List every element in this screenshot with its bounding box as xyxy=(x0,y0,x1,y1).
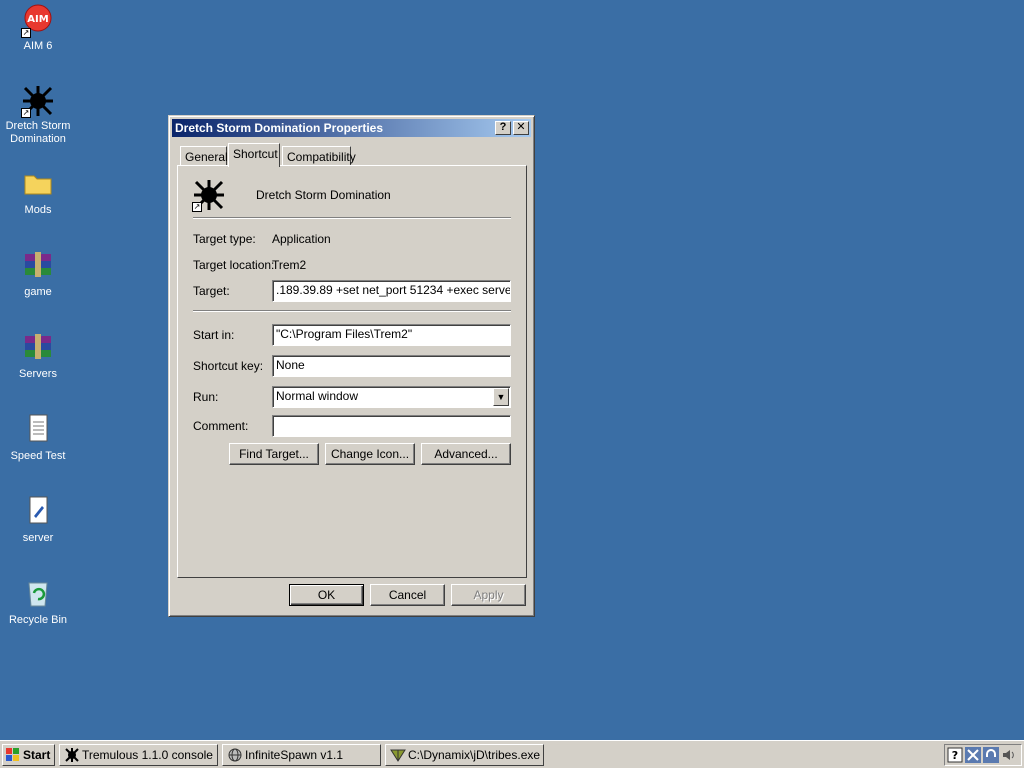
help-button[interactable]: ? xyxy=(495,121,511,135)
help-icon[interactable]: ? xyxy=(947,747,963,763)
svg-text:AIM: AIM xyxy=(27,14,48,25)
taskbar-item-label: Tremulous 1.1.0 console xyxy=(82,748,213,762)
volume-icon[interactable] xyxy=(1001,747,1017,763)
run-select[interactable]: Normal window ▼ xyxy=(272,386,511,408)
dialog-title: Dretch Storm Domination Properties xyxy=(175,121,384,135)
target-location-value: Trem2 xyxy=(272,258,307,272)
desktop-icon-label: game xyxy=(24,286,52,298)
winrar-archive-icon xyxy=(21,250,55,284)
taskbar-item-label: C:\Dynamix\jD\tribes.exe xyxy=(408,748,541,762)
comment-input[interactable] xyxy=(272,415,511,437)
shortcut-key-input[interactable]: None xyxy=(272,355,511,377)
dialog-titlebar[interactable]: Dretch Storm Domination Properties ? ✕ xyxy=(172,119,531,137)
shortcut-name: Dretch Storm Domination xyxy=(256,188,391,202)
desktop-icon-dretch-storm[interactable]: ↗ Dretch Storm Domination xyxy=(0,84,76,146)
start-in-label: Start in: xyxy=(193,328,235,342)
start-label: Start xyxy=(23,748,51,762)
taskbar: Start Tremulous 1.1.0 console InfiniteSp… xyxy=(0,740,1024,768)
taskbar-item-tribes[interactable]: C:\Dynamix\jD\tribes.exe xyxy=(385,744,544,766)
tab-compatibility[interactable]: Compatibility xyxy=(282,146,356,166)
winrar-archive-icon xyxy=(21,332,55,366)
target-type-label: Target type: xyxy=(193,232,256,246)
change-icon-button[interactable]: Change Icon... xyxy=(325,443,415,465)
desktop-icon-mods[interactable]: Mods xyxy=(0,168,76,217)
desktop-icon-label: Dretch Storm Domination xyxy=(5,120,71,145)
comment-label: Comment: xyxy=(193,419,249,433)
network-icon[interactable] xyxy=(965,747,981,763)
tab-shortcut[interactable]: Shortcut xyxy=(228,143,280,167)
shortcut-key-label: Shortcut key: xyxy=(193,359,264,373)
desktop-icon-server[interactable]: server xyxy=(0,496,76,545)
desktop-icon-label: Mods xyxy=(24,204,52,216)
desktop-icon-label: Recycle Bin xyxy=(8,614,68,626)
config-file-icon xyxy=(21,496,55,530)
system-tray: ? xyxy=(944,744,1022,766)
find-target-button[interactable]: Find Target... xyxy=(229,443,319,465)
target-location-label: Target location: xyxy=(193,258,275,272)
desktop-icon-servers[interactable]: Servers xyxy=(0,332,76,381)
divider xyxy=(193,217,511,219)
tribes-icon xyxy=(390,747,406,763)
target-input[interactable]: .189.39.89 +set net_port 51234 +exec ser… xyxy=(272,280,511,302)
dretch-icon: ↗ xyxy=(192,178,226,212)
start-in-input[interactable]: "C:\Program Files\Trem2" xyxy=(272,324,511,346)
globe-icon xyxy=(227,747,243,763)
svg-text:?: ? xyxy=(952,749,958,762)
desktop-icon-recycle-bin[interactable]: Recycle Bin xyxy=(0,578,76,627)
apply-button[interactable]: Apply xyxy=(451,584,526,606)
taskbar-item-infinitespawn[interactable]: InfiniteSpawn v1.1 xyxy=(222,744,381,766)
dretch-icon: ↗ xyxy=(21,84,55,118)
shortcut-arrow-icon: ↗ xyxy=(192,202,202,212)
divider xyxy=(193,310,511,312)
shortcut-arrow-icon: ↗ xyxy=(21,108,31,118)
dretch-icon xyxy=(64,747,80,763)
start-button[interactable]: Start xyxy=(2,744,55,766)
desktop-icon-label: Speed Test xyxy=(10,450,66,462)
aim-icon: AIM ↗ xyxy=(21,4,55,38)
run-label: Run: xyxy=(193,390,219,404)
headset-icon[interactable] xyxy=(983,747,999,763)
run-select-value: Normal window xyxy=(276,389,359,403)
recycle-bin-icon xyxy=(21,578,55,612)
shortcut-tab-panel: ↗ Dretch Storm Domination Target type: A… xyxy=(177,165,527,578)
desktop-icon-speed-test[interactable]: Speed Test xyxy=(0,414,76,463)
target-type-value: Application xyxy=(272,232,331,246)
desktop-icon-label: AIM 6 xyxy=(23,40,53,52)
text-document-icon xyxy=(21,414,55,448)
ok-button[interactable]: OK xyxy=(289,584,364,606)
taskbar-item-label: InfiniteSpawn v1.1 xyxy=(245,748,344,762)
properties-dialog: Dretch Storm Domination Properties ? ✕ G… xyxy=(168,115,535,617)
tab-general[interactable]: General xyxy=(180,146,228,166)
windows-logo-icon xyxy=(6,748,20,762)
close-button[interactable]: ✕ xyxy=(513,121,529,135)
shortcut-arrow-icon: ↗ xyxy=(21,28,31,38)
desktop-icon-game[interactable]: game xyxy=(0,250,76,299)
folder-icon xyxy=(21,168,55,202)
chevron-down-icon[interactable]: ▼ xyxy=(493,388,509,406)
taskbar-item-tremulous-console[interactable]: Tremulous 1.1.0 console xyxy=(59,744,218,766)
desktop-icon-label: server xyxy=(22,532,54,544)
desktop-icon-label: Servers xyxy=(19,368,57,380)
target-label: Target: xyxy=(193,284,230,298)
desktop-icon-aim[interactable]: AIM ↗ AIM 6 xyxy=(0,4,76,53)
cancel-button[interactable]: Cancel xyxy=(370,584,445,606)
advanced-button[interactable]: Advanced... xyxy=(421,443,511,465)
